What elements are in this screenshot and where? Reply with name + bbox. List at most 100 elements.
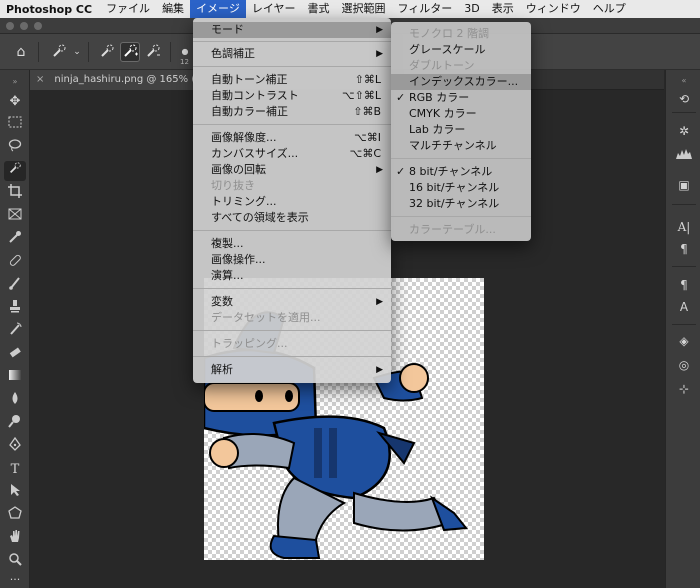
menu-item-multichannel[interactable]: マルチチャンネル <box>391 138 531 154</box>
channels-icon[interactable]: ◎ <box>675 356 693 374</box>
menu-item-apply-image[interactable]: 画像操作... <box>193 252 391 268</box>
lasso-tool-icon[interactable] <box>4 138 26 158</box>
menu-item-trap[interactable]: トラッピング... <box>193 336 391 352</box>
character-panel-icon[interactable]: A| <box>675 218 693 236</box>
image-menu: モード ▶ 色調補正 ▶ 自動トーン補正 ⇧⌘L 自動コントラスト ⌥⇧⌘L 自動カラー… <box>193 18 391 383</box>
pen-tool-icon[interactable] <box>4 436 26 457</box>
menu-item-image-size[interactable]: 画像解像度... ⌥⌘I <box>193 130 391 146</box>
menu-item-trim[interactable]: トリミング... <box>193 194 391 210</box>
blur-tool-icon[interactable] <box>4 391 26 411</box>
add-to-selection-icon[interactable] <box>120 42 140 62</box>
menu-item-adjustments[interactable]: 色調補正 ▶ <box>193 46 391 62</box>
edit-toolbar-icon[interactable]: ··· <box>4 570 26 588</box>
quick-selection-preset-icon[interactable] <box>50 43 68 61</box>
menu-bar: Photoshop CC ファイル 編集 イメージ レイヤー 書式 選択範囲 フ… <box>0 0 700 18</box>
menu-item-16-bit[interactable]: 16 bit/チャンネル <box>391 180 531 196</box>
menu-type[interactable]: 書式 <box>302 0 336 18</box>
brush-tool-icon[interactable] <box>4 276 26 296</box>
menu-item-mode[interactable]: モード ▶ <box>193 22 391 38</box>
menu-item-grayscale[interactable]: グレースケール <box>391 42 531 58</box>
menu-item-auto-tone[interactable]: 自動トーン補正 ⇧⌘L <box>193 72 391 88</box>
menu-separator <box>391 216 531 217</box>
libraries-icon[interactable]: ▣ <box>675 176 693 194</box>
crop-tool-icon[interactable] <box>4 184 26 204</box>
menu-item-auto-contrast[interactable]: 自動コントラスト ⌥⇧⌘L <box>193 88 391 104</box>
zoom-window-icon[interactable] <box>34 22 42 30</box>
menu-separator <box>193 330 391 331</box>
panel-collapse-icon[interactable]: » <box>4 72 26 92</box>
chevron-down-icon[interactable]: ⌄ <box>68 43 86 61</box>
menu-item-image-rotation[interactable]: 画像の回転 ▶ <box>193 162 391 178</box>
panel-collapse-icon[interactable]: « <box>675 72 693 90</box>
menu-item-8-bit[interactable]: ✓ 8 bit/チャンネル <box>391 164 531 180</box>
minimize-window-icon[interactable] <box>20 22 28 30</box>
menu-item-lab-color[interactable]: Lab カラー <box>391 122 531 138</box>
history-panel-icon[interactable]: ⟲ <box>675 90 693 108</box>
eyedropper-tool-icon[interactable] <box>4 230 26 250</box>
eraser-tool-icon[interactable] <box>4 345 26 365</box>
type-tool-icon[interactable]: T <box>4 460 26 480</box>
menu-help[interactable]: ヘルプ <box>587 0 632 18</box>
menu-item-duplicate[interactable]: 複製... <box>193 236 391 252</box>
menu-item-canvas-size[interactable]: カンバスサイズ... ⌥⌘C <box>193 146 391 162</box>
menu-separator <box>193 356 391 357</box>
menu-item-color-table[interactable]: カラーテーブル... <box>391 222 531 238</box>
menu-item-reveal-all[interactable]: すべての領域を表示 <box>193 210 391 226</box>
menu-item-auto-color[interactable]: 自動カラー補正 ⇧⌘B <box>193 104 391 120</box>
menu-item-variables[interactable]: 変数 ▶ <box>193 294 391 310</box>
zoom-tool-icon[interactable] <box>4 552 26 572</box>
paths-icon[interactable]: ⊹ <box>675 380 693 398</box>
history-brush-tool-icon[interactable] <box>4 322 26 342</box>
quick-selection-tool-icon[interactable] <box>4 161 26 181</box>
menu-select[interactable]: 選択範囲 <box>336 0 392 18</box>
menu-image[interactable]: イメージ <box>190 0 246 18</box>
menu-layer[interactable]: レイヤー <box>246 0 302 18</box>
menu-item-indexed-color[interactable]: インデックスカラー... <box>391 74 531 90</box>
close-tab-icon[interactable]: × <box>36 74 44 85</box>
paragraph-styles-icon[interactable]: ¶ <box>675 276 693 294</box>
menu-item-calculations[interactable]: 演算... <box>193 268 391 284</box>
menu-item-duotone[interactable]: ダブルトーン <box>391 58 531 74</box>
menu-file[interactable]: ファイル <box>100 0 156 18</box>
new-selection-icon[interactable] <box>98 43 116 61</box>
options-divider <box>88 42 89 62</box>
menu-item-crop[interactable]: 切り抜き <box>193 178 391 194</box>
close-window-icon[interactable] <box>6 22 14 30</box>
menu-edit[interactable]: 編集 <box>156 0 190 18</box>
menu-item-rgb-color[interactable]: ✓ RGB カラー <box>391 90 531 106</box>
menu-item-apply-data-set[interactable]: データセットを適用... <box>193 310 391 326</box>
menu-item-bitmap[interactable]: モノクロ 2 階調 <box>391 26 531 42</box>
options-divider <box>170 42 171 62</box>
paragraph-panel-icon[interactable]: ¶ <box>675 240 693 258</box>
panel-divider <box>672 112 696 113</box>
dodge-tool-icon[interactable] <box>4 414 26 434</box>
layers-icon[interactable]: ◈ <box>675 332 693 350</box>
frame-tool-icon[interactable] <box>4 207 26 227</box>
subtract-from-selection-icon[interactable] <box>144 43 162 61</box>
histogram-icon[interactable] <box>675 146 693 164</box>
submenu-arrow-icon: ▶ <box>376 297 383 307</box>
home-icon[interactable]: ⌂ <box>12 43 30 61</box>
app-name[interactable]: Photoshop CC <box>0 3 100 16</box>
submenu-arrow-icon: ▶ <box>376 365 383 375</box>
panel-divider <box>672 204 696 205</box>
healing-brush-tool-icon[interactable] <box>4 253 26 273</box>
character-styles-icon[interactable]: A <box>675 298 693 316</box>
path-selection-tool-icon[interactable] <box>4 483 26 503</box>
submenu-arrow-icon: ▶ <box>376 165 383 175</box>
clone-stamp-tool-icon[interactable] <box>4 299 26 319</box>
hand-tool-icon[interactable] <box>4 529 26 549</box>
move-tool-icon[interactable]: ✥ <box>4 92 26 112</box>
shape-tool-icon[interactable] <box>4 506 26 526</box>
menu-filter[interactable]: フィルター <box>392 0 459 18</box>
menu-view[interactable]: 表示 <box>486 0 520 18</box>
menu-3d[interactable]: 3D <box>458 0 485 18</box>
menu-window[interactable]: ウィンドウ <box>520 0 587 18</box>
menu-item-analysis[interactable]: 解析 ▶ <box>193 362 391 378</box>
color-wheel-icon[interactable]: ✲ <box>675 122 693 140</box>
tools-panel: » ✥ T ··· <box>0 70 30 588</box>
menu-item-cmyk-color[interactable]: CMYK カラー <box>391 106 531 122</box>
marquee-tool-icon[interactable] <box>4 115 26 135</box>
gradient-tool-icon[interactable] <box>4 368 26 388</box>
menu-item-32-bit[interactable]: 32 bit/チャンネル <box>391 196 531 212</box>
